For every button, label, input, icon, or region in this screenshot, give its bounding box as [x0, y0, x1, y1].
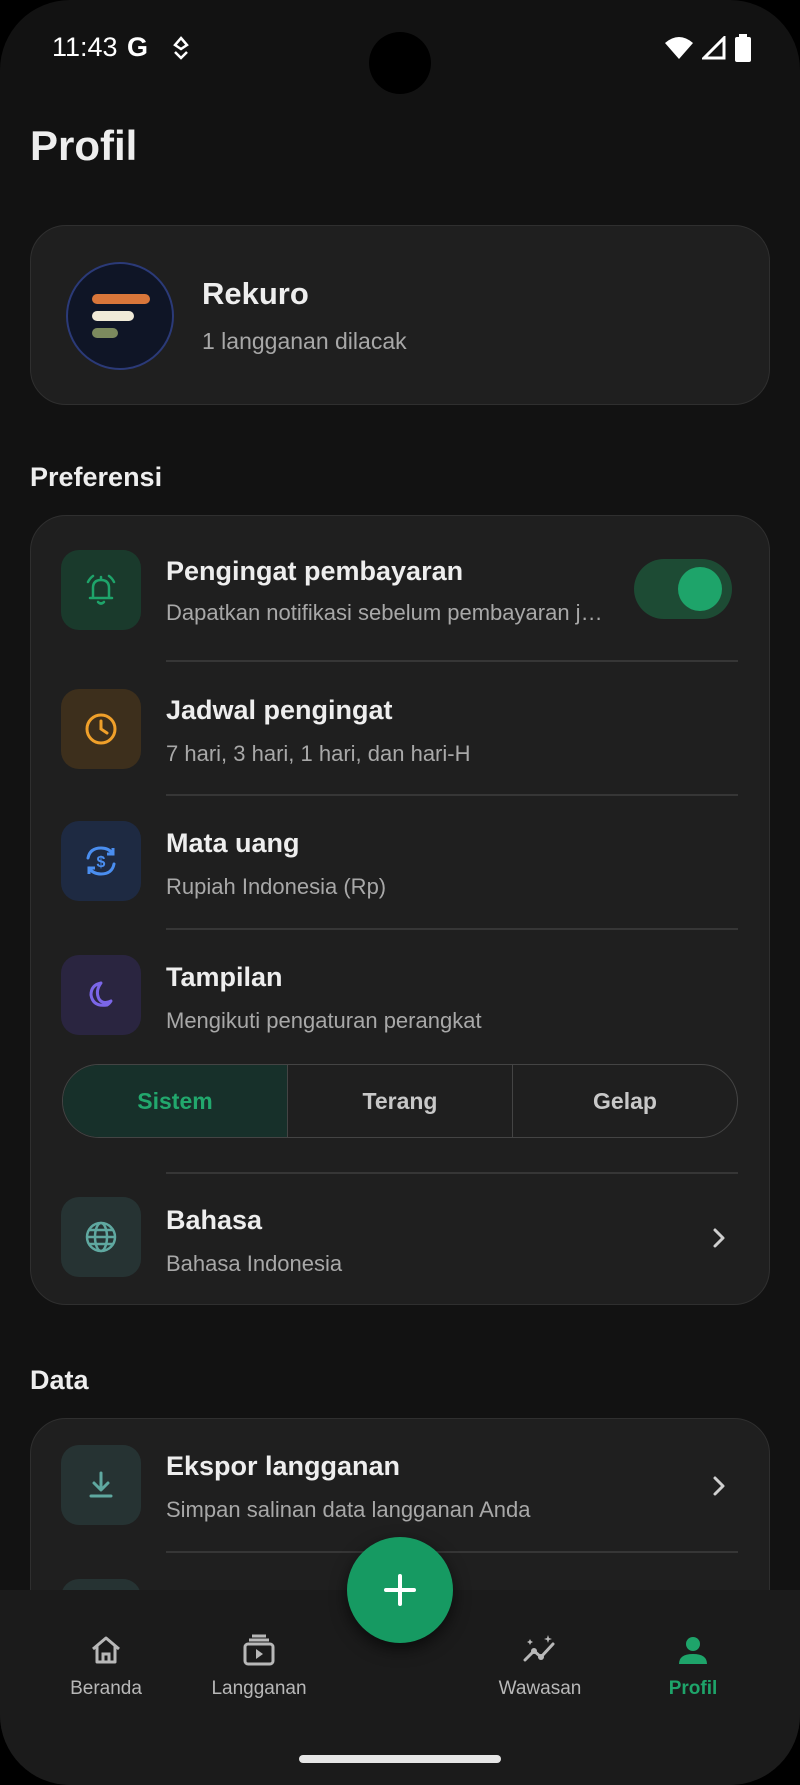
- toggle-knob: [678, 567, 722, 611]
- profile-name: Rekuro: [202, 276, 309, 311]
- svg-text:$: $: [97, 854, 106, 871]
- preferences-card: Pengingat pembayaran Dapatkan notifikasi…: [30, 515, 770, 1305]
- export-row[interactable]: Ekspor langganan Simpan salinan data lan…: [31, 1419, 771, 1551]
- payment-reminder-subtitle: Dapatkan notifikasi sebelum pembayaran j…: [166, 600, 603, 625]
- signal-icon: [702, 36, 726, 60]
- nav-label: Beranda: [70, 1678, 142, 1699]
- nav-wawasan[interactable]: Wawasan: [470, 1630, 610, 1700]
- language-row[interactable]: Bahasa Bahasa Indonesia: [31, 1173, 771, 1305]
- app-logo-avatar: [66, 262, 174, 370]
- payment-reminder-row[interactable]: Pengingat pembayaran Dapatkan notifikasi…: [31, 516, 771, 656]
- theme-option-sistem[interactable]: Sistem: [63, 1065, 288, 1137]
- status-time: 11:43: [52, 32, 118, 62]
- export-title: Ekspor langganan: [166, 1451, 401, 1481]
- export-subtitle: Simpan salinan data langganan Anda: [166, 1497, 531, 1522]
- nav-profil[interactable]: Profil: [623, 1630, 763, 1700]
- currency-row[interactable]: $ Mata uang Rupiah Indonesia (Rp): [31, 795, 771, 927]
- theme-segmented-control: Sistem Terang Gelap: [62, 1064, 738, 1138]
- subscriptions-icon: [243, 1634, 275, 1666]
- section-heading-preferensi: Preferensi: [30, 462, 163, 492]
- payment-reminder-title: Pengingat pembayaran: [166, 556, 464, 586]
- clock-icon: [61, 689, 141, 769]
- app-screen: 11:43 G Profil Rekuro 1 langganan dilaca…: [0, 0, 800, 1785]
- wifi-icon: [665, 37, 693, 59]
- insights-icon: [523, 1635, 555, 1662]
- language-subtitle: Bahasa Indonesia: [166, 1251, 343, 1276]
- chevron-right-icon: [713, 1228, 725, 1248]
- reminder-schedule-row[interactable]: Jadwal pengingat 7 hari, 3 hari, 1 hari,…: [31, 661, 771, 793]
- location-icon: [173, 36, 189, 60]
- battery-icon: [735, 34, 751, 62]
- download-icon: [61, 1445, 141, 1525]
- divider: [166, 1551, 738, 1553]
- plus-icon: [384, 1574, 416, 1606]
- home-icon: [92, 1636, 120, 1664]
- theme-option-terang[interactable]: Terang: [288, 1065, 513, 1137]
- profile-subtitle: 1 langganan dilacak: [202, 328, 407, 354]
- camera-cutout: [369, 32, 431, 94]
- globe-icon: [61, 1197, 141, 1277]
- person-icon: [679, 1637, 707, 1664]
- reminder-schedule-title: Jadwal pengingat: [166, 695, 393, 725]
- payment-reminder-toggle[interactable]: [634, 559, 732, 619]
- appearance-title: Tampilan: [166, 962, 283, 992]
- currency-title: Mata uang: [166, 828, 300, 858]
- chevron-right-icon: [713, 1476, 725, 1496]
- nav-label: Wawasan: [498, 1678, 582, 1699]
- system-icons: [664, 34, 752, 62]
- bell-ring-icon: [61, 550, 141, 630]
- currency-subtitle: Rupiah Indonesia (Rp): [166, 874, 387, 899]
- section-heading-data: Data: [30, 1365, 89, 1395]
- google-icon: G: [127, 32, 149, 62]
- nav-langganan[interactable]: Langganan: [189, 1630, 329, 1700]
- page-title: Profil: [30, 122, 138, 169]
- language-title: Bahasa: [166, 1205, 263, 1235]
- status-bar: 11:43 G: [0, 0, 800, 96]
- add-subscription-button[interactable]: [347, 1537, 453, 1643]
- nav-beranda[interactable]: Beranda: [36, 1630, 176, 1700]
- nav-label: Profil: [668, 1678, 718, 1699]
- nav-label: Langganan: [211, 1678, 307, 1699]
- appearance-subtitle: Mengikuti pengaturan perangkat: [166, 1008, 482, 1033]
- currency-exchange-icon: $: [61, 821, 141, 901]
- gesture-home-bar[interactable]: [299, 1755, 501, 1763]
- theme-option-gelap[interactable]: Gelap: [513, 1065, 737, 1137]
- reminder-schedule-subtitle: 7 hari, 3 hari, 1 hari, dan hari-H: [166, 741, 471, 766]
- appearance-row: Tampilan Mengikuti pengaturan perangkat: [31, 929, 771, 1049]
- profile-card[interactable]: Rekuro 1 langganan dilacak: [30, 225, 770, 405]
- moon-icon: [61, 955, 141, 1035]
